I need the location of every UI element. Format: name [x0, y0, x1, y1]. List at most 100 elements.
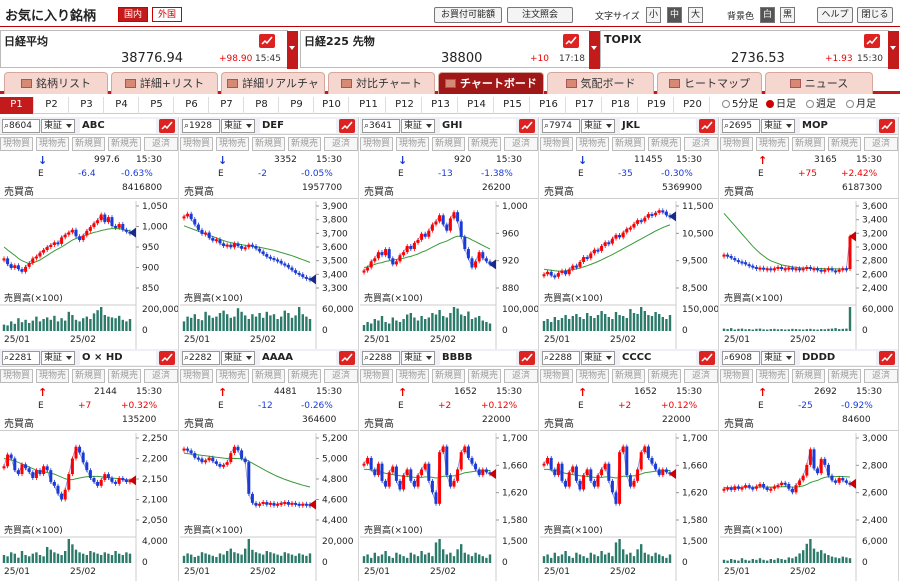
margin-buy-button[interactable]: 新規買: [432, 137, 465, 151]
margin-buy-button[interactable]: 新規買: [612, 369, 645, 383]
close-button[interactable]: 閉じる: [857, 7, 893, 23]
order-inquiry-button[interactable]: 注文照会: [507, 7, 573, 23]
chevron-down-icon[interactable]: [287, 31, 298, 69]
price-chart[interactable]: 3,900 3,800 3,700 3,600 3,500 3,400 3,300 売買高(×…: [180, 201, 359, 349]
chart-icon[interactable]: [519, 351, 535, 365]
stock-code-input[interactable]: ⌕6908: [722, 351, 760, 365]
page-p20[interactable]: P20: [676, 97, 710, 114]
repay-button[interactable]: 返済: [864, 137, 898, 151]
spot-buy-button[interactable]: 現物買: [540, 137, 573, 151]
page-p5[interactable]: P5: [140, 97, 174, 114]
stock-code-input[interactable]: ⌕2695: [722, 119, 760, 133]
page-p17[interactable]: P17: [568, 97, 602, 114]
tab-stock-list[interactable]: 銘柄リスト: [4, 72, 108, 94]
stock-code-input[interactable]: ⌕2281: [2, 351, 40, 365]
margin-sell-button[interactable]: 新規売: [828, 137, 861, 151]
help-button[interactable]: ヘルプ: [817, 7, 853, 23]
stock-code-input[interactable]: ⌕7974: [542, 119, 580, 133]
repay-button[interactable]: 返済: [684, 137, 718, 151]
spot-sell-button[interactable]: 現物売: [576, 369, 609, 383]
stock-code-input[interactable]: ⌕2288: [362, 351, 400, 365]
period-weekly[interactable]: 週足: [806, 97, 836, 114]
tab-foreign[interactable]: 外国: [152, 7, 183, 22]
page-p2[interactable]: P2: [35, 97, 69, 114]
margin-buy-button[interactable]: 新規買: [792, 137, 825, 151]
page-p13[interactable]: P13: [424, 97, 458, 114]
price-chart[interactable]: 1,700 1,660 1,620 1,580 売買高(×100) 1,500 0 25/01…: [540, 433, 719, 581]
spot-buy-button[interactable]: 現物買: [360, 137, 393, 151]
tab-heatmap[interactable]: ヒートマップ: [657, 72, 762, 94]
exchange-select[interactable]: 東証: [41, 119, 75, 133]
margin-buy-button[interactable]: 新規買: [252, 137, 285, 151]
page-p7[interactable]: P7: [210, 97, 244, 114]
margin-sell-button[interactable]: 新規売: [648, 369, 681, 383]
page-p14[interactable]: P14: [460, 97, 494, 114]
price-chart[interactable]: 1,700 1,660 1,620 1,580 売買高(×100) 1,500 0 25/01…: [360, 433, 539, 581]
chart-icon[interactable]: [259, 34, 275, 48]
spot-buy-button[interactable]: 現物買: [360, 369, 393, 383]
spot-buy-button[interactable]: 現物買: [180, 137, 213, 151]
page-p12[interactable]: P12: [388, 97, 422, 114]
stock-code-input[interactable]: ⌕2288: [542, 351, 580, 365]
price-chart[interactable]: 1,000 960 920 880 売買高(×100) 100,000 0 25/01 25/0…: [360, 201, 539, 349]
spot-sell-button[interactable]: 現物売: [36, 137, 69, 151]
chart-icon[interactable]: [864, 34, 880, 48]
font-size-small[interactable]: 小: [646, 7, 661, 23]
exchange-select[interactable]: 東証: [221, 351, 255, 365]
chart-icon[interactable]: [159, 119, 175, 133]
margin-buy-button[interactable]: 新規買: [72, 137, 105, 151]
spot-buy-button[interactable]: 現物買: [0, 369, 33, 383]
page-p8[interactable]: P8: [245, 97, 279, 114]
margin-buy-button[interactable]: 新規買: [252, 369, 285, 383]
font-size-large[interactable]: 大: [688, 7, 703, 23]
chevron-down-icon[interactable]: [589, 31, 600, 69]
margin-sell-button[interactable]: 新規売: [468, 137, 501, 151]
spot-buy-button[interactable]: 現物買: [180, 369, 213, 383]
stock-code-input[interactable]: ⌕3641: [362, 119, 400, 133]
exchange-select[interactable]: 東証: [221, 119, 255, 133]
price-chart[interactable]: 2,250 2,200 2,150 2,100 2,050 売買高(×100) 4,000 0…: [0, 433, 179, 581]
tab-domestic[interactable]: 国内: [118, 7, 149, 22]
spot-sell-button[interactable]: 現物売: [396, 137, 429, 151]
tab-compare-chart[interactable]: 対比チャート: [328, 72, 435, 94]
page-p9[interactable]: P9: [280, 97, 314, 114]
margin-sell-button[interactable]: 新規売: [648, 137, 681, 151]
spot-buy-button[interactable]: 現物買: [540, 369, 573, 383]
chart-icon[interactable]: [339, 119, 355, 133]
spot-sell-button[interactable]: 現物売: [36, 369, 69, 383]
margin-sell-button[interactable]: 新規売: [468, 369, 501, 383]
page-p4[interactable]: P4: [105, 97, 139, 114]
bg-black[interactable]: 黒: [780, 7, 795, 23]
exchange-select[interactable]: 東証: [761, 119, 795, 133]
page-p6[interactable]: P6: [175, 97, 209, 114]
price-chart[interactable]: 3,600 3,400 3,200 3,000 2,800 2,600 2,400 売買高(×…: [720, 201, 899, 349]
spot-buy-button[interactable]: 現物買: [720, 369, 753, 383]
spot-sell-button[interactable]: 現物売: [216, 369, 249, 383]
page-p1[interactable]: P1: [0, 97, 34, 114]
font-size-medium[interactable]: 中: [667, 7, 682, 23]
repay-button[interactable]: 返済: [864, 369, 898, 383]
period-monthly[interactable]: 月足: [846, 97, 876, 114]
chevron-down-icon[interactable]: [888, 31, 899, 69]
page-p3[interactable]: P3: [70, 97, 104, 114]
chart-icon[interactable]: [563, 34, 579, 48]
spot-sell-button[interactable]: 現物売: [756, 137, 789, 151]
spot-sell-button[interactable]: 現物売: [756, 369, 789, 383]
page-p19[interactable]: P19: [640, 97, 674, 114]
margin-sell-button[interactable]: 新規売: [828, 369, 861, 383]
margin-sell-button[interactable]: 新規売: [288, 137, 321, 151]
spot-buy-button[interactable]: 現物買: [720, 137, 753, 151]
tab-news[interactable]: ニュース: [765, 72, 873, 94]
margin-buy-button[interactable]: 新規買: [792, 369, 825, 383]
exchange-select[interactable]: 東証: [41, 351, 75, 365]
repay-button[interactable]: 返済: [324, 369, 358, 383]
spot-sell-button[interactable]: 現物売: [576, 137, 609, 151]
exchange-select[interactable]: 東証: [401, 119, 435, 133]
chart-icon[interactable]: [879, 119, 895, 133]
tab-chart-board[interactable]: チャートボード: [438, 72, 544, 94]
price-chart[interactable]: 1,050 1,000 950 900 850 売買高(×100) 200,000 0 25/0…: [0, 201, 179, 349]
exchange-select[interactable]: 東証: [581, 119, 615, 133]
chart-icon[interactable]: [519, 119, 535, 133]
margin-buy-button[interactable]: 新規買: [72, 369, 105, 383]
page-p18[interactable]: P18: [604, 97, 638, 114]
